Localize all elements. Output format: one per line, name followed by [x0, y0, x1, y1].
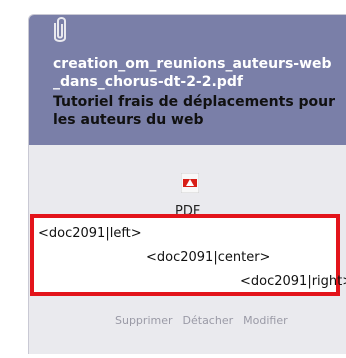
attachment-actions: Supprimer Détacher Modifier [115, 314, 288, 327]
file-name-link[interactable]: creation_om_reunions_auteurs-web_dans_ch… [53, 55, 338, 91]
embed-code-center: <doc2091|center> [146, 250, 271, 265]
attachment-card: creation_om_reunions_auteurs-web_dans_ch… [28, 14, 346, 354]
edit-button[interactable]: Modifier [243, 314, 287, 327]
delete-button[interactable]: Supprimer [115, 314, 173, 327]
attachment-header: creation_om_reunions_auteurs-web_dans_ch… [29, 15, 346, 145]
embed-code-right: <doc2091|right> [240, 274, 346, 289]
file-description: Tutoriel frais de déplacements pour les … [53, 94, 336, 128]
detach-button[interactable]: Détacher [183, 314, 234, 327]
embed-code-box: <doc2091|left> <doc2091|center> <doc2091… [30, 214, 346, 296]
embed-code-left: <doc2091|left> [38, 226, 142, 241]
paperclip-icon [54, 17, 66, 42]
pdf-icon [181, 173, 199, 193]
